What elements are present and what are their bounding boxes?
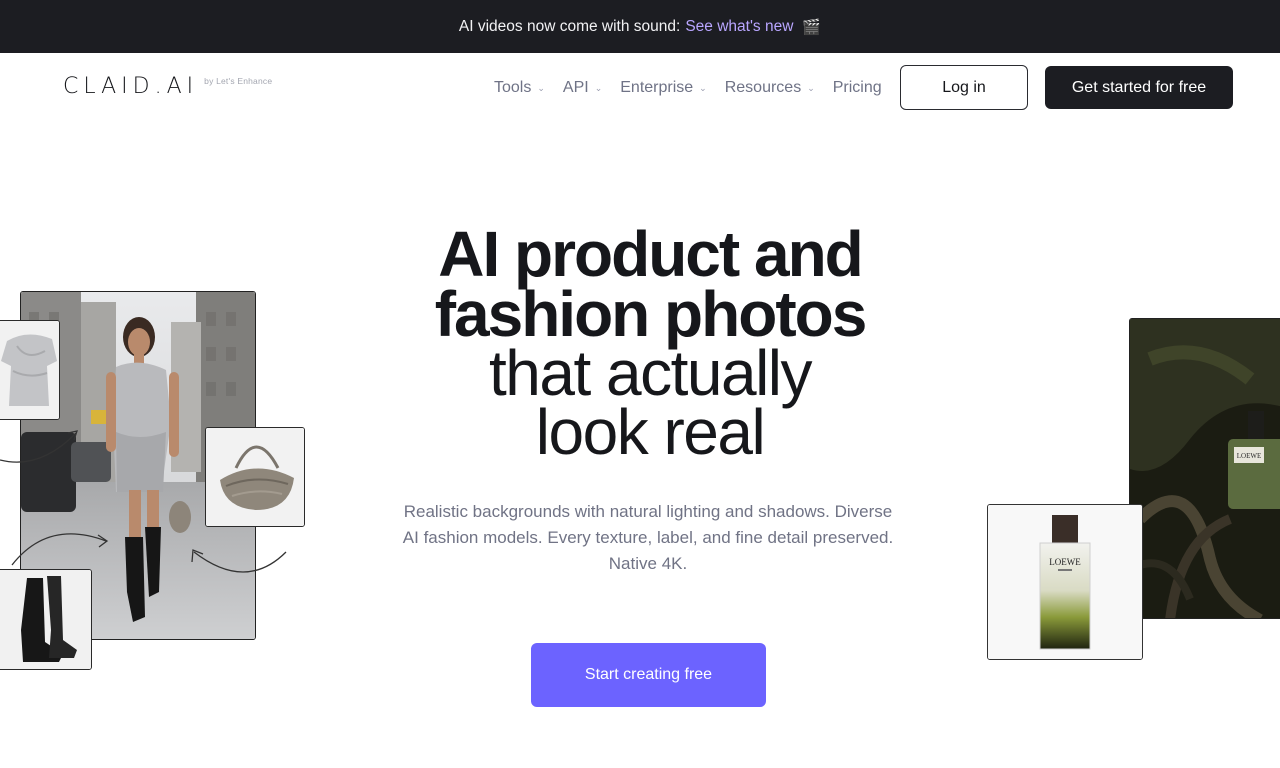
hero-title-line: AI product and	[438, 218, 864, 290]
login-button[interactable]: Log in	[900, 65, 1028, 110]
logo[interactable]: CLAID.AI by Let's Enhance	[63, 74, 272, 99]
clapperboard-icon: 🎬	[802, 18, 822, 36]
nav-item-label: API	[562, 78, 589, 96]
logo-byline: by Let's Enhance	[204, 76, 273, 86]
curved-arrow-icon	[191, 549, 287, 573]
chevron-down-icon: ⌄	[807, 82, 815, 93]
nav-item-resources[interactable]: Resources ⌄	[725, 79, 815, 97]
main-nav: Tools ⌄ API ⌄ Enterprise ⌄ Resources ⌄ P…	[494, 66, 882, 109]
hero-title-line: fashion photos	[434, 278, 868, 350]
nav-item-label: Enterprise	[620, 78, 694, 96]
nav-item-tools[interactable]: Tools ⌄	[494, 79, 545, 97]
nav-item-label: Resources	[724, 78, 802, 96]
chevron-down-icon: ⌄	[537, 82, 545, 93]
curved-arrow-icon	[11, 533, 109, 566]
nav-item-label: Pricing	[832, 78, 882, 96]
logo-wordmark: CLAID.AI	[63, 74, 199, 99]
hero-title-line: that actually	[488, 337, 813, 409]
hero-title-line: look real	[535, 396, 766, 468]
nav-item-enterprise[interactable]: Enterprise ⌄	[620, 79, 706, 97]
boots-card	[0, 569, 92, 670]
get-started-button[interactable]: Get started for free	[1045, 66, 1233, 109]
forest-bottle-label: LOEWE	[1237, 452, 1262, 460]
bottle-label: LOEWE	[1049, 557, 1081, 567]
hero-title: AI product and fashion photos that actua…	[340, 218, 960, 468]
hero-subtitle: Realistic backgrounds with natural light…	[402, 502, 894, 573]
chevron-down-icon: ⌄	[699, 82, 707, 93]
start-creating-button[interactable]: Start creating free	[531, 643, 766, 707]
perfume-forest-photo: LOEWE	[1129, 318, 1280, 619]
perfume-bottle-card: LOEWE	[987, 504, 1143, 660]
nav-item-label: Tools	[494, 78, 532, 96]
chevron-down-icon: ⌄	[594, 82, 603, 93]
curved-arrow-icon	[0, 430, 78, 463]
nav-item-pricing[interactable]: Pricing	[833, 79, 882, 97]
announcement-link[interactable]: See what's new	[685, 18, 793, 36]
garment-top-card	[0, 320, 60, 420]
handbag-card	[205, 427, 305, 527]
nav-item-api[interactable]: API ⌄	[563, 79, 602, 97]
announcement-bar: AI videos now come with sound: See what'…	[0, 0, 1280, 53]
announcement-text: AI videos now come with sound:	[458, 17, 681, 35]
